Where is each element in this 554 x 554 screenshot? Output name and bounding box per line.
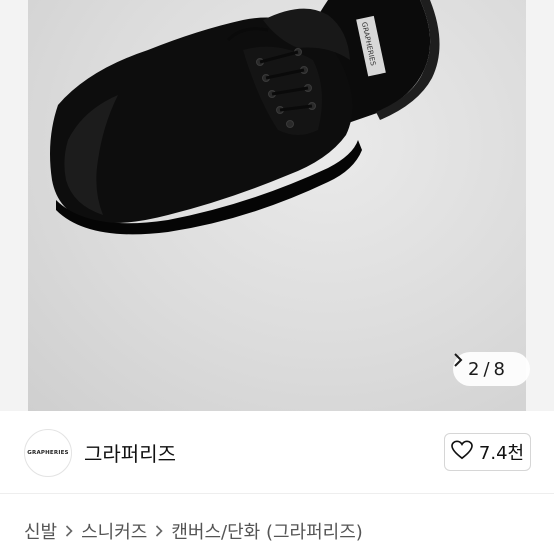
total-image-count: 8 bbox=[493, 358, 505, 380]
shop-info-row: GRAPHERIES 그라퍼리즈 7.4천 bbox=[0, 411, 554, 493]
product-image-gallery[interactable]: GRAPHERIES 2 / 8 bbox=[0, 0, 554, 411]
next-image-peek bbox=[526, 0, 554, 411]
chevron-right-icon bbox=[155, 522, 164, 541]
breadcrumb-item-canvas-shoes[interactable]: 캔버스/단화 (그라퍼리즈) bbox=[171, 518, 362, 544]
shop-name[interactable]: 그라퍼리즈 bbox=[84, 438, 176, 467]
black-canvas-sneakers-image: GRAPHERIES bbox=[50, 0, 440, 235]
like-button[interactable]: 7.4천 bbox=[444, 433, 531, 471]
breadcrumb-item-shoes[interactable]: 신발 bbox=[24, 518, 57, 544]
shop-logo[interactable]: GRAPHERIES bbox=[24, 429, 72, 477]
shop-logo-text: GRAPHERIES bbox=[27, 450, 69, 456]
section-divider bbox=[0, 493, 554, 494]
category-breadcrumb: 신발 스니커즈 캔버스/단화 (그라퍼리즈) bbox=[24, 518, 363, 544]
like-count: 7.4천 bbox=[478, 443, 525, 464]
chevron-right-icon bbox=[65, 522, 73, 541]
current-image-number: 2 bbox=[468, 358, 480, 380]
previous-image-peek bbox=[0, 0, 28, 411]
image-counter-separator: / bbox=[483, 358, 490, 380]
product-page: GRAPHERIES 2 / 8 GRAPHERIES 그라퍼리즈 7.4천 신… bbox=[0, 0, 554, 554]
heart-outline-icon bbox=[451, 440, 473, 464]
product-photo[interactable]: GRAPHERIES bbox=[28, 0, 526, 411]
image-counter[interactable]: 2 / 8 bbox=[453, 352, 530, 386]
breadcrumb-item-sneakers[interactable]: 스니커즈 bbox=[81, 518, 147, 544]
